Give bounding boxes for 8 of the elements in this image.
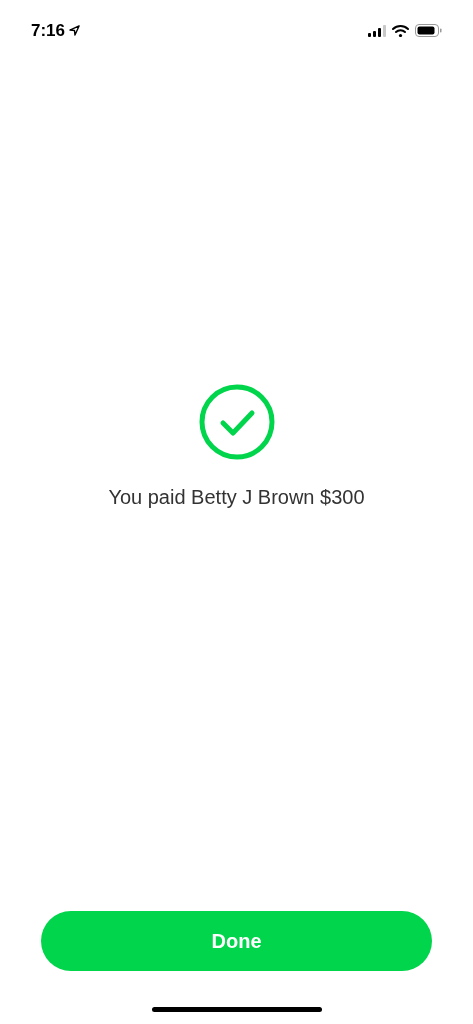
signal-icon xyxy=(368,24,386,37)
status-time: 7:16 xyxy=(31,19,66,42)
wifi-icon xyxy=(392,24,409,37)
battery-icon xyxy=(415,24,442,37)
done-button[interactable]: Done xyxy=(41,911,432,971)
payment-message: You paid Betty J Brown $300 xyxy=(108,484,365,510)
location-arrow-icon xyxy=(69,25,81,36)
checkmark-circle-icon xyxy=(198,383,275,460)
